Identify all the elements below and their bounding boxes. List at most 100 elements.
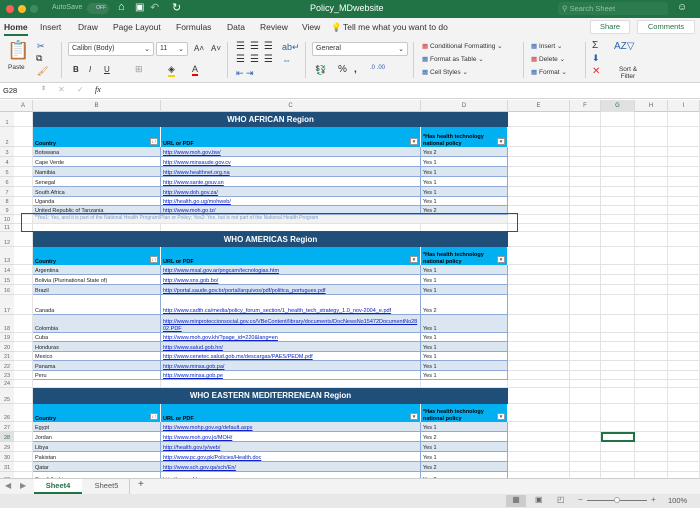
fill-color-icon[interactable]: ◈	[168, 64, 175, 77]
cell-url[interactable]: http://www.mohp.gov.eg/default.aspx	[161, 422, 421, 432]
name-box[interactable]: G28	[3, 86, 17, 95]
cell[interactable]	[601, 352, 635, 361]
cell[interactable]	[635, 371, 668, 380]
undo-icon[interactable]: ↶	[150, 1, 159, 14]
row-header-27[interactable]: 27	[0, 422, 14, 432]
vertical-align-icons[interactable]: ☰☰☰	[236, 41, 278, 52]
url-link[interactable]: http://www.minsa.gob.pe	[163, 373, 223, 379]
row-header-5[interactable]: 5	[0, 167, 14, 177]
scroll-left-icon[interactable]: ◀	[5, 481, 11, 490]
row-header-31[interactable]: 31	[0, 462, 14, 472]
cell[interactable]	[508, 342, 570, 352]
cell[interactable]	[14, 388, 33, 404]
page-break-view-icon[interactable]: ◰	[557, 495, 565, 504]
cell[interactable]	[601, 388, 635, 404]
cell[interactable]	[668, 187, 700, 197]
cell[interactable]	[668, 352, 700, 361]
cell[interactable]	[508, 147, 570, 157]
cell[interactable]	[635, 432, 668, 442]
cell-url[interactable]: http://www.moh.gov.kh/?page_id=220&lang=…	[161, 333, 421, 342]
decimal-icons[interactable]: .0 .00	[370, 65, 385, 71]
cell[interactable]	[668, 371, 700, 380]
cell[interactable]	[635, 361, 668, 371]
horizontal-align-icons[interactable]: ☰☰☰	[236, 54, 278, 65]
cell[interactable]	[570, 177, 601, 187]
filter-dropdown-icon[interactable]: ▾	[497, 413, 505, 420]
cell[interactable]	[14, 462, 33, 472]
cell[interactable]	[570, 224, 601, 232]
cell[interactable]	[14, 187, 33, 197]
zoom-slider-thumb[interactable]	[614, 497, 620, 503]
cell[interactable]	[601, 206, 635, 215]
row-header-17[interactable]: 17	[0, 295, 14, 315]
cell[interactable]	[601, 462, 635, 472]
cell-url[interactable]: http://www.doh.gov.za/	[161, 187, 421, 197]
cell-url[interactable]: http://www.sch.gov.qa/sch/En/	[161, 462, 421, 472]
row-header-18[interactable]: 18	[0, 315, 14, 333]
font-size-select[interactable]: 11 ⌄	[156, 42, 188, 56]
cell[interactable]	[668, 462, 700, 472]
row-header-12[interactable]: 12	[0, 232, 14, 247]
insert-cells-button[interactable]: ▦ Insert ⌄	[531, 42, 563, 50]
cell[interactable]	[601, 112, 635, 127]
cell[interactable]	[601, 147, 635, 157]
cell[interactable]	[601, 422, 635, 432]
row-header-28[interactable]: 28	[0, 432, 14, 442]
cell-url[interactable]: http://www.minsaude.gov.cv	[161, 157, 421, 167]
share-button[interactable]: Share	[590, 20, 630, 34]
wrap-text-icon[interactable]: ab↵	[282, 42, 300, 53]
cell[interactable]	[508, 388, 570, 404]
cell[interactable]	[14, 147, 33, 157]
cell[interactable]	[570, 215, 601, 224]
cell[interactable]	[668, 333, 700, 342]
url-link[interactable]: http://www.msal.gov.ar/pngcam/tecnologia…	[163, 268, 279, 274]
url-link[interactable]: http://www.minsaude.gov.cv	[163, 160, 231, 166]
row-header-22[interactable]: 22	[0, 361, 14, 371]
increase-font-icon[interactable]: A˄	[194, 44, 204, 53]
column-header-b[interactable]: B	[33, 100, 161, 112]
font-name-select[interactable]: Calibri (Body) ⌄	[68, 42, 154, 56]
row-header-11[interactable]: 11	[0, 224, 14, 232]
cell[interactable]	[570, 232, 601, 247]
cell[interactable]	[668, 285, 700, 295]
cell[interactable]	[14, 265, 33, 275]
format-cells-button[interactable]: ▦ Format ⌄	[531, 68, 567, 76]
cell[interactable]	[570, 167, 601, 177]
cell[interactable]	[635, 187, 668, 197]
cell[interactable]	[601, 452, 635, 462]
cell[interactable]	[635, 275, 668, 285]
format-painter-icon[interactable]: 🖌	[37, 66, 48, 77]
column-header-h[interactable]: H	[635, 100, 668, 112]
cell[interactable]	[508, 232, 570, 247]
cell[interactable]	[14, 422, 33, 432]
cell[interactable]	[508, 285, 570, 295]
cell[interactable]	[570, 206, 601, 215]
delete-cells-button[interactable]: ▦ Delete ⌄	[531, 55, 565, 63]
column-header-d[interactable]: D	[421, 100, 508, 112]
cell[interactable]	[668, 452, 700, 462]
cell-url[interactable]: http://health.go.ug/mohweb/	[161, 197, 421, 206]
cell[interactable]	[508, 422, 570, 432]
column-header-f[interactable]: F	[570, 100, 601, 112]
url-link[interactable]: http://www.healthnet.org.na	[163, 170, 230, 176]
font-color-icon[interactable]: A	[192, 64, 199, 76]
cell[interactable]	[508, 197, 570, 206]
cell[interactable]	[601, 157, 635, 167]
comments-button[interactable]: Comments	[637, 20, 695, 34]
decrease-font-icon[interactable]: A˅	[211, 44, 221, 53]
cell[interactable]	[635, 127, 668, 147]
cell[interactable]	[14, 380, 33, 388]
cell[interactable]	[570, 361, 601, 371]
cell[interactable]	[635, 167, 668, 177]
cell[interactable]	[601, 295, 635, 315]
column-header-e[interactable]: E	[508, 100, 570, 112]
tell-me-input[interactable]: Tell me what you want to do	[343, 22, 448, 32]
row-header-14[interactable]: 14	[0, 265, 14, 275]
cell[interactable]	[508, 333, 570, 342]
cell[interactable]	[635, 112, 668, 127]
cell[interactable]	[570, 380, 601, 388]
cell[interactable]	[601, 177, 635, 187]
row-header-2[interactable]: 2	[0, 127, 14, 147]
cell-url[interactable]: http://www.minsa.gob.pa/	[161, 361, 421, 371]
cell[interactable]	[635, 315, 668, 333]
